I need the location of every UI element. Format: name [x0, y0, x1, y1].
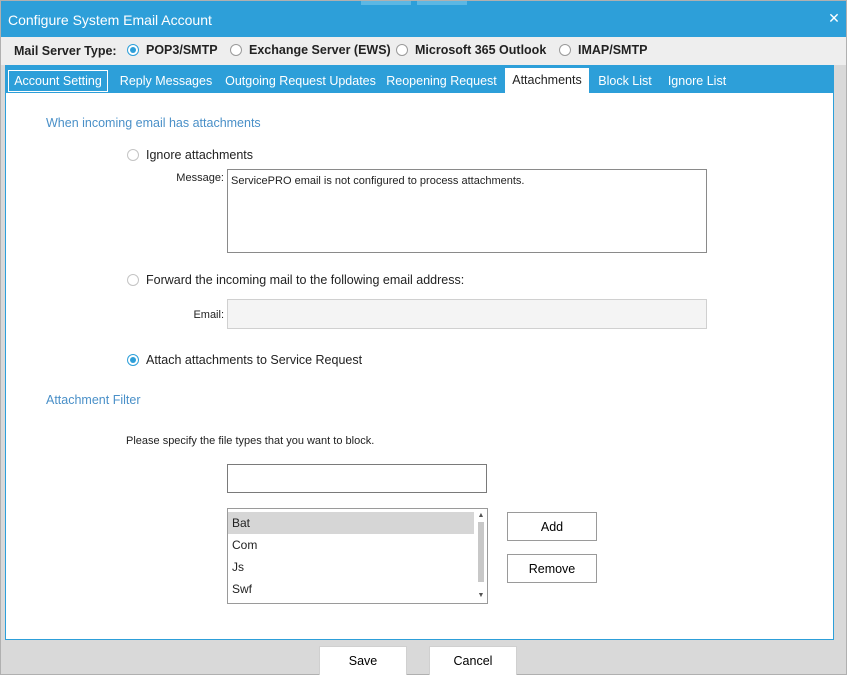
- list-item[interactable]: Bat: [228, 512, 474, 534]
- attachment-filter-title: Attachment Filter: [46, 393, 141, 407]
- list-item[interactable]: Com: [228, 534, 474, 556]
- scroll-down-icon[interactable]: ▼: [475, 590, 487, 602]
- forward-mail-option[interactable]: Forward the incoming mail to the followi…: [127, 273, 464, 287]
- add-button[interactable]: Add: [507, 512, 597, 541]
- attach-to-request-option[interactable]: Attach attachments to Service Request: [127, 353, 362, 367]
- titlebar-tab-marker: [361, 1, 411, 5]
- forward-mail-label: Forward the incoming mail to the followi…: [146, 273, 465, 287]
- title-bar: Configure System Email Account ✕: [1, 1, 846, 37]
- message-textarea[interactable]: ServicePRO email is not configured to pr…: [227, 169, 707, 253]
- message-label: Message:: [176, 172, 224, 184]
- blocked-file-types-list[interactable]: Bat Com Js Swf ▲ ▼: [227, 508, 488, 604]
- radio-selected-icon[interactable]: [127, 354, 139, 366]
- tab-reopening-request[interactable]: Reopening Request: [384, 69, 499, 93]
- radio-icon[interactable]: [230, 44, 242, 56]
- remove-button[interactable]: Remove: [507, 554, 597, 583]
- file-type-input[interactable]: [227, 464, 487, 493]
- save-button[interactable]: Save: [319, 646, 407, 675]
- tab-outgoing-request-updates[interactable]: Outgoing Request Updates: [223, 69, 378, 93]
- attach-to-request-label: Attach attachments to Service Request: [146, 353, 363, 367]
- server-option-exchange[interactable]: Exchange Server (EWS): [230, 43, 391, 57]
- server-option-label: POP3/SMTP: [146, 43, 218, 57]
- titlebar-tab-marker: [417, 1, 467, 5]
- attachments-panel: When incoming email has attachments Igno…: [5, 93, 834, 640]
- radio-icon[interactable]: [127, 149, 139, 161]
- email-field[interactable]: [227, 299, 707, 329]
- server-option-label: Microsoft 365 Outlook: [415, 43, 547, 57]
- cancel-button[interactable]: Cancel: [429, 646, 517, 675]
- radio-icon[interactable]: [127, 274, 139, 286]
- tab-account-setting[interactable]: Account Setting: [8, 70, 108, 92]
- list-scrollbar[interactable]: ▲ ▼: [475, 509, 487, 603]
- filter-hint: Please specify the file types that you w…: [126, 435, 375, 447]
- radio-selected-icon[interactable]: [127, 44, 139, 56]
- server-option-pop3[interactable]: POP3/SMTP: [127, 43, 218, 57]
- email-label: Email:: [193, 309, 224, 321]
- window-title: Configure System Email Account: [8, 12, 212, 28]
- configure-email-dialog: Configure System Email Account ✕ Mail Se…: [0, 0, 847, 675]
- radio-icon[interactable]: [559, 44, 571, 56]
- server-option-microsoft365[interactable]: Microsoft 365 Outlook: [396, 43, 546, 57]
- list-item[interactable]: Js: [228, 556, 474, 578]
- server-option-label: Exchange Server (EWS): [249, 43, 391, 57]
- server-option-label: IMAP/SMTP: [578, 43, 648, 57]
- list-item[interactable]: Swf: [228, 578, 474, 600]
- close-icon[interactable]: ✕: [826, 10, 842, 26]
- radio-icon[interactable]: [396, 44, 408, 56]
- tab-ignore-list[interactable]: Ignore List: [665, 69, 729, 93]
- ignore-attachments-label: Ignore attachments: [146, 148, 254, 162]
- tab-block-list[interactable]: Block List: [596, 69, 654, 93]
- tab-bar: Account Setting Reply Messages Outgoing …: [5, 65, 834, 93]
- scrollbar-thumb[interactable]: [478, 522, 484, 582]
- tab-attachments[interactable]: Attachments: [505, 68, 589, 93]
- server-option-imap[interactable]: IMAP/SMTP: [559, 43, 647, 57]
- ignore-attachments-option[interactable]: Ignore attachments: [127, 148, 253, 162]
- tab-reply-messages[interactable]: Reply Messages: [113, 69, 219, 93]
- scroll-up-icon[interactable]: ▲: [475, 510, 487, 522]
- mail-server-type-label: Mail Server Type:: [14, 44, 117, 58]
- mail-server-type-bar: Mail Server Type: POP3/SMTP Exchange Ser…: [1, 37, 846, 65]
- attachments-section-title: When incoming email has attachments: [46, 116, 261, 130]
